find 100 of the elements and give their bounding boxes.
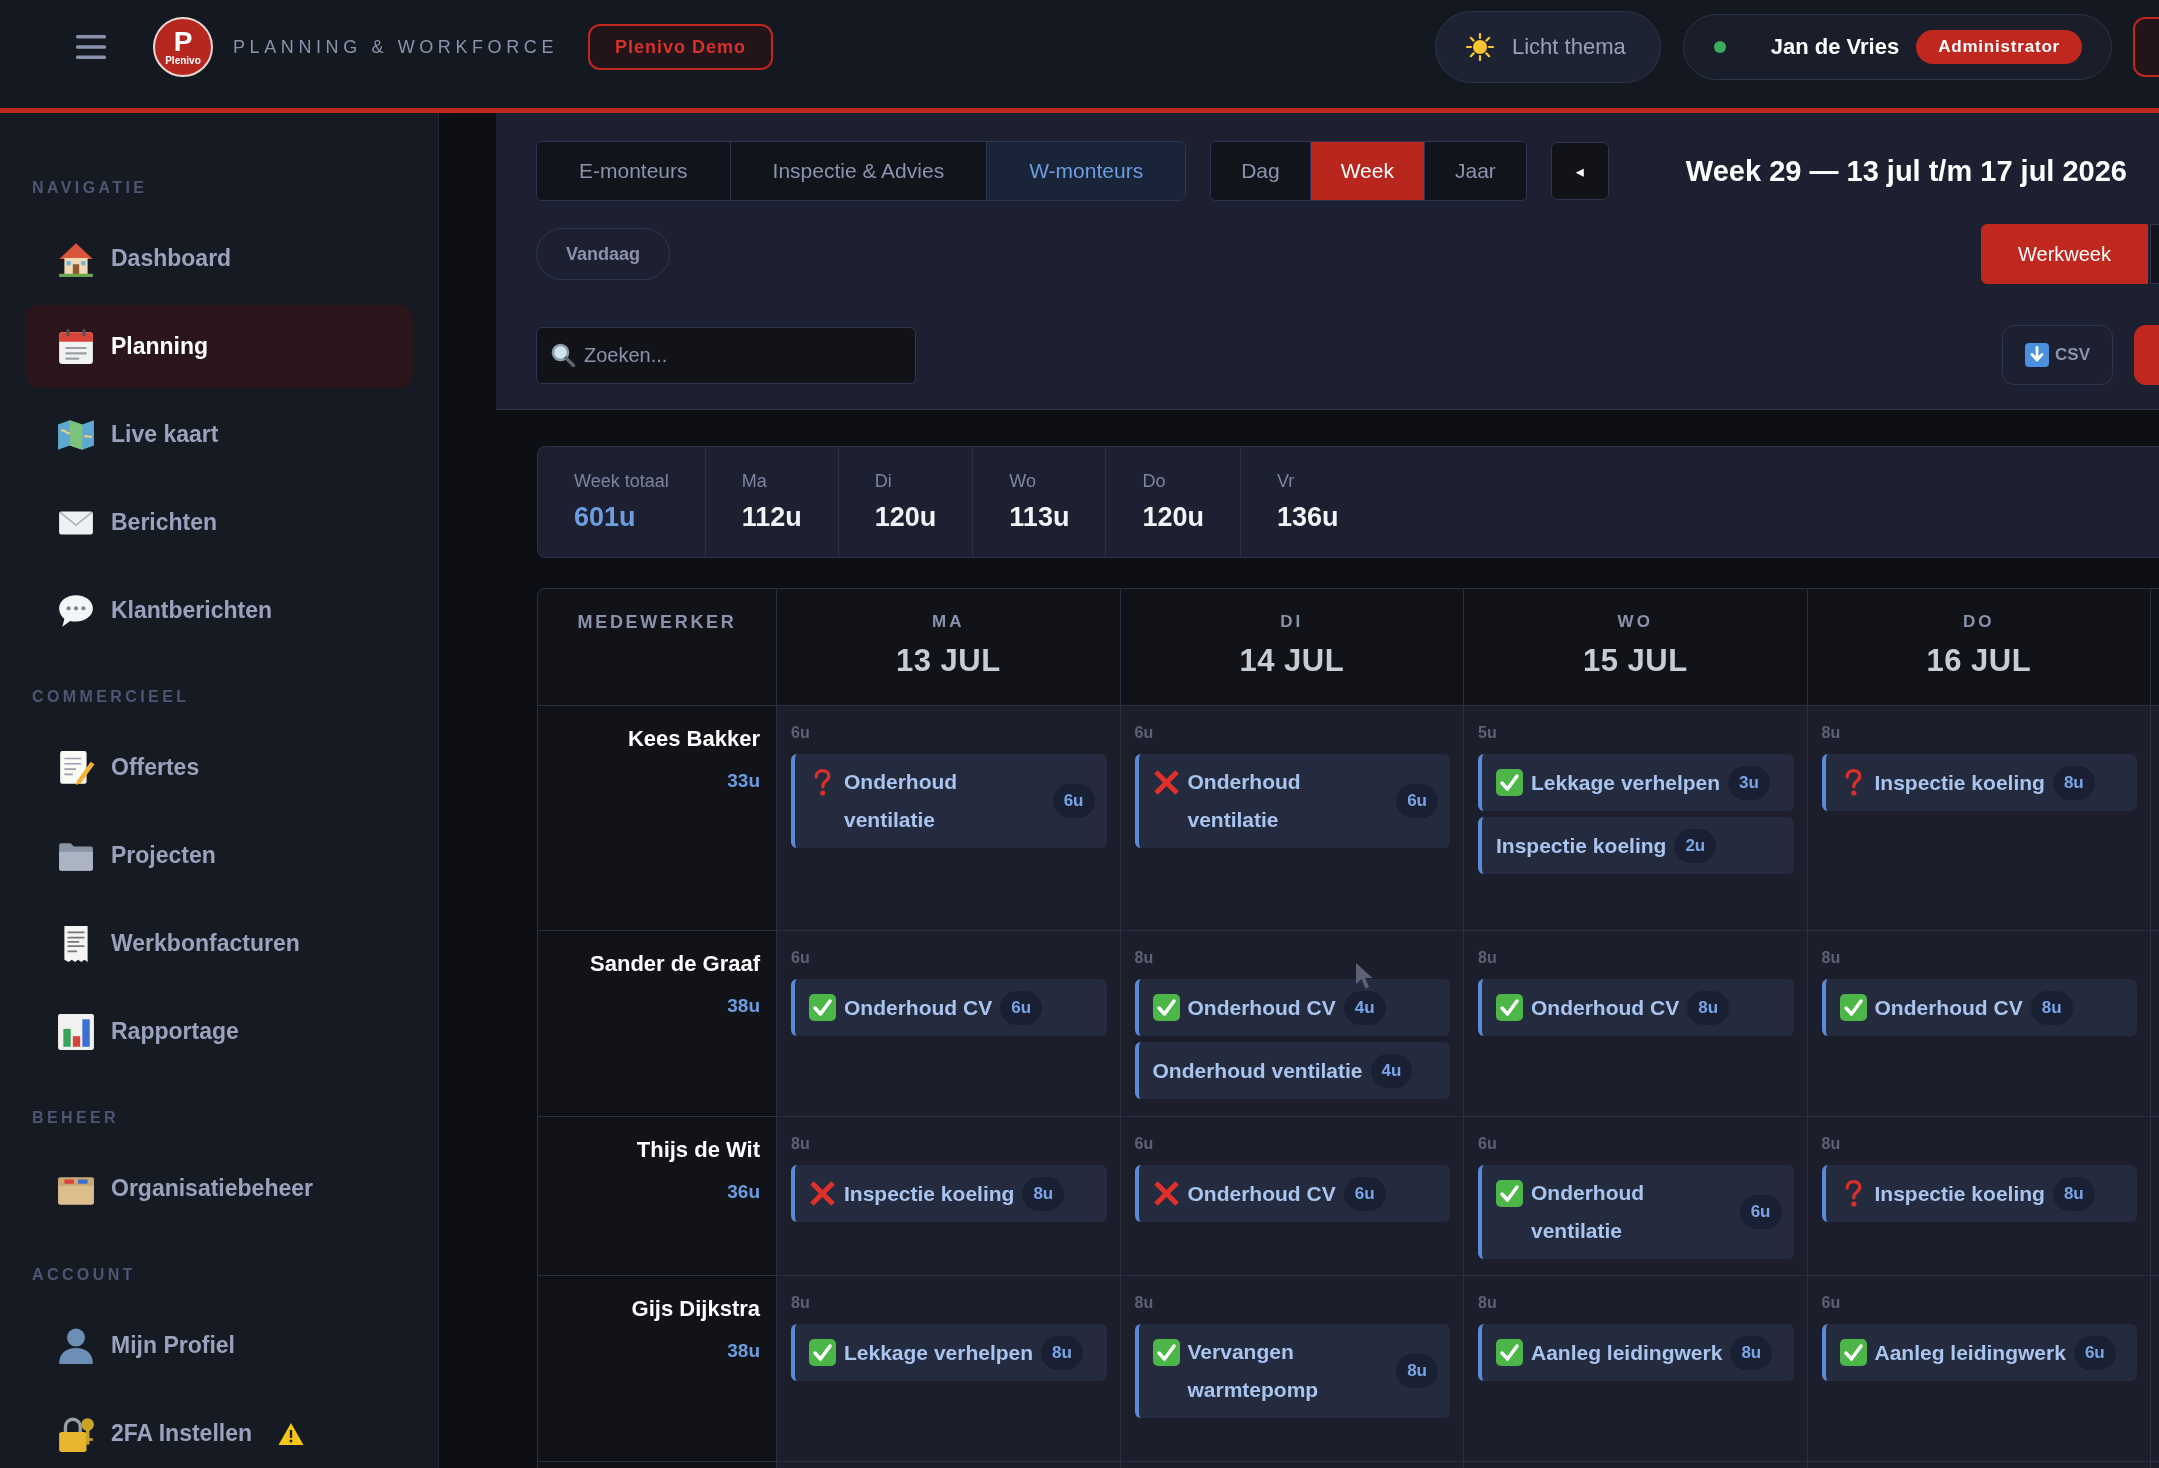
- task-title: Onderhoud ventilatie: [844, 769, 959, 833]
- task-card[interactable]: Inspectie koeling 2u: [1478, 817, 1794, 874]
- summary-label: Week totaal: [574, 471, 669, 492]
- hours-badge: 8u: [2052, 765, 2095, 800]
- hours-badge: 2u: [1674, 828, 1717, 863]
- nav-item[interactable]: Berichten: [25, 481, 413, 564]
- section-heading: ACCOUNT: [32, 1265, 136, 1285]
- task-card[interactable]: Vervangen warmtepomp 8u: [1134, 1324, 1450, 1418]
- date-label: 15 JUL: [1582, 643, 1688, 679]
- task-title: Lekkage verhelpen: [1531, 769, 1721, 796]
- task-card[interactable]: Onderhoud ventilatie 6u: [1478, 1165, 1794, 1259]
- day-hours: 8u: [1478, 1293, 1497, 1313]
- day-hours: 8u: [1821, 723, 1841, 743]
- today-button[interactable]: Vandaag: [536, 228, 671, 280]
- hours-badge: 6u: [2073, 1335, 2116, 1370]
- summary-label: Wo: [1009, 471, 1038, 492]
- section-heading: BEHEER: [32, 1108, 120, 1128]
- range-tab[interactable]: Werkweek: [1981, 224, 2148, 284]
- summary-value: 120u: [874, 502, 937, 533]
- day-hours: 6u: [1134, 723, 1154, 743]
- hours-badge: 6u: [1739, 1195, 1782, 1229]
- task-card[interactable]: Onderhoud CV 6u: [1134, 1165, 1450, 1222]
- summary-value: 120u: [1142, 502, 1204, 533]
- task-card[interactable]: Inspectie koeling 8u: [791, 1165, 1107, 1222]
- previous-button[interactable]: ◂: [1550, 142, 1609, 200]
- weekday-label: DI: [1280, 611, 1304, 633]
- task-card[interactable]: Onderhoud ventilatie 6u: [1134, 754, 1450, 848]
- nav-item[interactable]: Werkbonfacturen: [25, 902, 413, 985]
- hours-badge: 6u: [1343, 1176, 1386, 1211]
- calendar-icon: [57, 327, 95, 366]
- mouse-cursor-icon: [1354, 962, 1375, 990]
- team-tab[interactable]: W-monteurs: [987, 142, 1186, 200]
- menu-icon[interactable]: [76, 35, 106, 59]
- search-field[interactable]: Zoeken...: [536, 326, 916, 384]
- period-title: Week 29 — 13 jul t/m 17 jul 2026: [1685, 154, 2127, 188]
- nav-item[interactable]: Klantberichten: [25, 569, 413, 652]
- nav-item[interactable]: 2FA Instellen: [25, 1392, 413, 1468]
- task-card[interactable]: Onderhoud ventilatie 4u: [1134, 1042, 1450, 1099]
- date-label: 14 JUL: [1239, 643, 1345, 679]
- logo-wordmark: Plenivo: [165, 54, 201, 66]
- task-title: Aanleg leidingwerk: [1874, 1339, 2066, 1366]
- task-title: Onderhoud ventilatie: [1531, 1180, 1646, 1244]
- employee-name: Kees Bakker: [627, 726, 760, 752]
- task-card[interactable]: Onderhoud ventilatie 6u: [791, 754, 1107, 848]
- summary-label: Ma: [741, 471, 768, 492]
- day-hours: 8u: [791, 1293, 810, 1313]
- nav-item[interactable]: Offertes: [25, 726, 413, 809]
- task-card[interactable]: Lekkage verhelpen 8u: [791, 1324, 1107, 1381]
- task-title: Onderhoud CV: [844, 994, 993, 1021]
- theme-button[interactable]: Licht thema: [1435, 11, 1661, 83]
- hours-badge: 8u: [1730, 1335, 1773, 1370]
- summary-value: 113u: [1009, 502, 1070, 533]
- task-card[interactable]: Aanleg leidingwerk 6u: [1821, 1324, 2137, 1381]
- team-tab[interactable]: E-monteurs: [537, 142, 731, 200]
- summary-value: 112u: [741, 502, 802, 533]
- task-title: Onderhoud CV: [1874, 994, 2023, 1021]
- day-hours: 8u: [1478, 948, 1497, 968]
- nav-item[interactable]: Organisatiebeheer: [25, 1147, 413, 1230]
- date-label: 13 JUL: [895, 643, 1001, 679]
- hours-badge: 4u: [1370, 1053, 1413, 1088]
- day-hours: 8u: [1134, 948, 1154, 968]
- day-hours: 8u: [1134, 1293, 1154, 1313]
- task-card[interactable]: Inspectie koeling 8u: [1821, 1165, 2137, 1222]
- view-tab[interactable]: Week: [1310, 142, 1425, 200]
- task-card[interactable]: Onderhoud CV 6u: [791, 979, 1107, 1036]
- csv-button[interactable]: CSV: [2002, 325, 2113, 385]
- task-title: Onderhoud CV: [1187, 994, 1336, 1021]
- hours-badge: 8u: [2030, 990, 2073, 1025]
- summary-value: 601u: [574, 502, 637, 533]
- task-title: Inspectie koeling: [1496, 832, 1667, 859]
- nav-item[interactable]: Live kaart: [25, 393, 413, 476]
- date-label: 16 JUL: [1926, 643, 2032, 679]
- app-title: PLANNING & WORKFORCE: [233, 36, 559, 58]
- task-card[interactable]: Onderhoud CV 8u: [1478, 979, 1794, 1036]
- task-card[interactable]: Aanleg leidingwerk 8u: [1478, 1324, 1794, 1381]
- task-card[interactable]: Onderhoud CV 4u: [1134, 979, 1450, 1036]
- nav-item[interactable]: Planning: [25, 305, 413, 388]
- task-title: Onderhoud CV: [1531, 994, 1680, 1021]
- employee-name: Gijs Dijkstra: [631, 1296, 760, 1322]
- view-tab[interactable]: Dag: [1211, 142, 1311, 200]
- day-hours: 6u: [791, 723, 810, 743]
- user-menu[interactable]: Jan de Vries Administrator: [1682, 14, 2112, 80]
- task-card[interactable]: Lekkage verhelpen 3u: [1478, 754, 1794, 811]
- task-title: Onderhoud ventilatie: [1152, 1057, 1363, 1084]
- nav-item[interactable]: Rapportage: [25, 990, 413, 1073]
- hours-badge: 4u: [1343, 990, 1386, 1025]
- hours-badge: 8u: [2052, 1176, 2095, 1211]
- task-card[interactable]: Onderhoud CV 8u: [1821, 979, 2137, 1036]
- sun-icon: [1466, 33, 1494, 61]
- summary-label: Vr: [1276, 471, 1296, 492]
- search-icon: [551, 342, 575, 367]
- nav-item[interactable]: Dashboard: [25, 217, 413, 300]
- nav-item[interactable]: Projecten: [25, 814, 413, 897]
- task-title: Onderhoud CV: [1187, 1180, 1336, 1207]
- employee-name: Sander de Graaf: [590, 951, 760, 977]
- logo-letter: P: [173, 28, 193, 55]
- task-card[interactable]: Inspectie koeling 8u: [1821, 754, 2137, 811]
- employee-name: Thijs de Wit: [636, 1137, 760, 1163]
- section-heading: COMMERCIEEL: [32, 687, 190, 707]
- nav-item[interactable]: Mijn Profiel: [25, 1304, 413, 1387]
